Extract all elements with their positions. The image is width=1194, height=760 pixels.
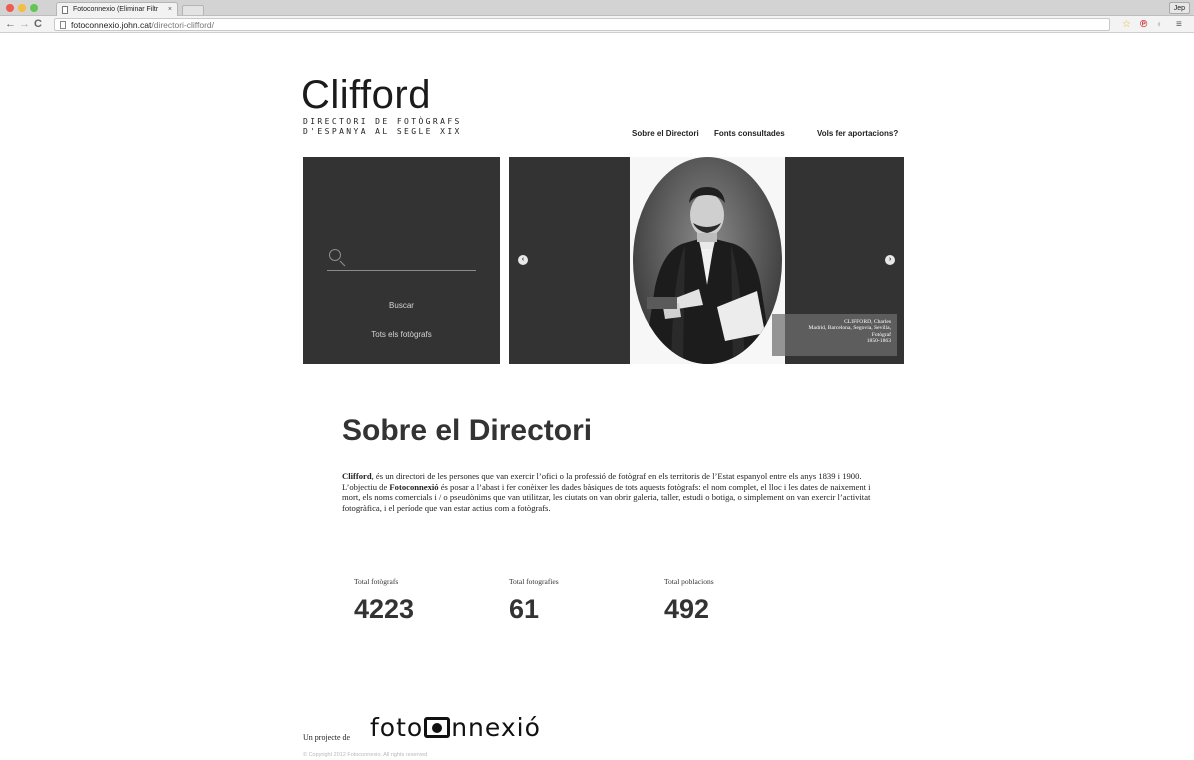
caption-line: 1850-1863 — [866, 338, 891, 345]
tab-title: Fotoconnexio (Eliminar Filtr — [73, 6, 159, 13]
stat-label: Total poblacions — [664, 577, 714, 586]
reload-icon[interactable]: C — [34, 17, 42, 31]
new-tab-button[interactable] — [182, 5, 204, 15]
stat-label: Total fotografies — [509, 577, 559, 586]
fotoconnexio-logo[interactable]: foto nnexió — [370, 714, 541, 742]
photo-caption: CLIFFORD, Charles Madrid, Barcelona, Seg… — [772, 314, 897, 356]
browser-toolbar: ← → C fotoconnexio.john.cat/directori-cl… — [0, 16, 1194, 33]
browser-tab-strip: Fotoconnexio (Eliminar Filtr × Jep — [0, 0, 1194, 16]
stat-total-fotografs: Total fotògrafs 4223 — [354, 577, 414, 624]
nav-vols-fer-aportacions[interactable]: Vols fer aportacions? — [817, 129, 898, 138]
buscar-button[interactable]: Buscar — [303, 301, 500, 310]
intro-bold-clifford: Clifford — [342, 471, 372, 481]
search-panel: Buscar Tots els fotògrafs — [303, 157, 500, 364]
carousel-prev-button[interactable]: ‹ — [518, 255, 528, 265]
stat-total-fotografies: Total fotografies 61 — [509, 577, 559, 624]
forward-arrow-icon[interactable]: → — [19, 17, 30, 31]
url-text[interactable]: fotoconnexio.john.cat/directori-clifford… — [71, 19, 214, 31]
profile-button[interactable]: Jep — [1168, 2, 1190, 14]
copyright-text: © Copyright 2012 Fotoconnexio. All right… — [303, 752, 428, 758]
page-icon — [62, 6, 68, 14]
close-window-button[interactable] — [6, 4, 14, 12]
browser-tab[interactable]: Fotoconnexio (Eliminar Filtr × — [56, 2, 178, 16]
intro-paragraph: Clifford, és un directori de les persone… — [342, 471, 878, 513]
search-input[interactable] — [327, 253, 476, 271]
page-icon — [60, 21, 66, 29]
tab-close-icon[interactable]: × — [168, 3, 172, 16]
photo-frame — [630, 157, 785, 364]
zoom-window-button[interactable] — [30, 4, 38, 12]
stat-value: 492 — [664, 594, 710, 624]
address-bar[interactable]: fotoconnexio.john.cat/directori-clifford… — [54, 18, 1110, 31]
menu-icon[interactable]: ≡ — [1176, 18, 1182, 31]
site-logo-subtitle: DIRECTORI DE FOTÒGRAFS D'ESPANYA AL SEGL… — [303, 117, 462, 137]
back-arrow-icon[interactable]: ← — [5, 17, 16, 31]
portrait-photo[interactable] — [633, 157, 782, 364]
stat-total-poblacions: Total poblacions 492 — [664, 577, 714, 624]
extension-icon[interactable]: ◐ — [1157, 18, 1163, 31]
intro-bold-fotoconnexio: Fotoconnexió — [389, 481, 439, 492]
tots-els-fotografs-link[interactable]: Tots els fotògrafs — [303, 330, 500, 339]
nav-sobre-el-directori[interactable]: Sobre el Directori — [632, 129, 699, 138]
minimize-window-button[interactable] — [18, 4, 26, 12]
stat-value: 4223 — [354, 594, 415, 624]
photo-carousel: ‹ › CLIFFORD, Charles Madrid, Barcelona,… — [509, 157, 904, 364]
pinterest-icon[interactable]: ℗ — [1140, 18, 1147, 31]
bookmark-star-icon[interactable]: ☆ — [1122, 18, 1131, 31]
logo-subtitle-line-2: D'ESPANYA AL SEGLE XIX — [303, 127, 462, 136]
carousel-next-button[interactable]: › — [885, 255, 895, 265]
logo-subtitle-line-1: DIRECTORI DE FOTÒGRAFS — [303, 117, 462, 126]
camera-icon — [424, 717, 451, 738]
footer-prefix: Un projecte de — [303, 733, 351, 742]
stat-label: Total fotògrafs — [354, 577, 399, 586]
nav-fonts-consultades[interactable]: Fonts consultades — [714, 129, 785, 138]
stat-value: 61 — [509, 594, 540, 624]
section-title: Sobre el Directori — [342, 414, 593, 447]
site-logo-title[interactable]: Clifford — [301, 74, 431, 116]
